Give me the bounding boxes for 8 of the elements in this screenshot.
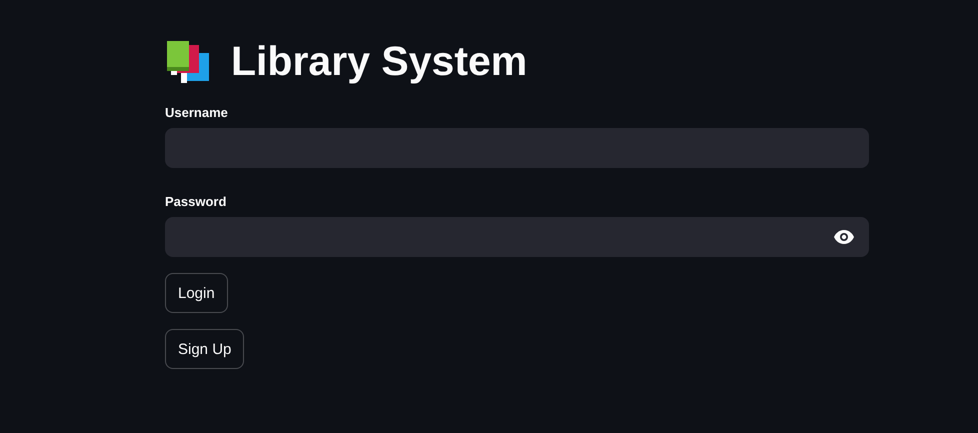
password-field[interactable] [165,217,869,257]
login-button[interactable]: Login [165,273,228,313]
show-password-icon[interactable] [833,229,855,245]
field-label: Username [165,105,229,120]
sign-up-button[interactable]: Sign Up [165,329,244,369]
username-field[interactable] [165,128,869,168]
field-label: Password [165,194,228,209]
page-title: Library System [231,38,528,85]
